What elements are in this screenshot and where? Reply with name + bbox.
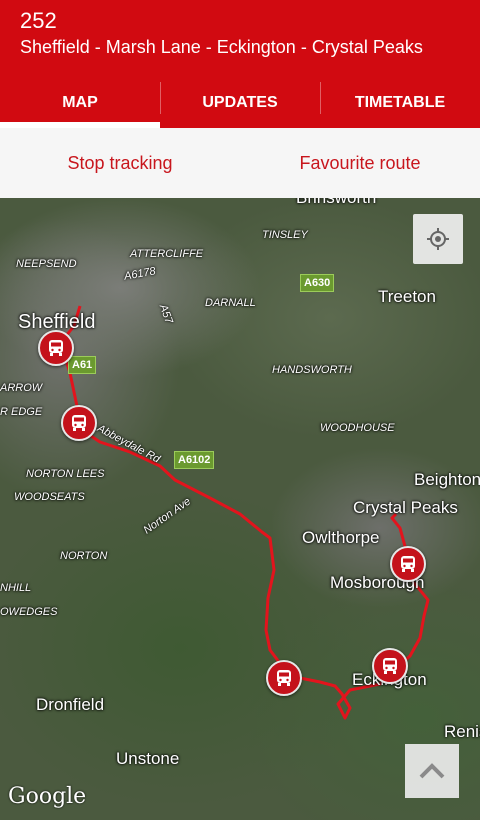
label-unstone: Unstone <box>116 749 180 768</box>
label-crystal-peaks: Crystal Peaks <box>353 498 458 517</box>
label-treeton: Treeton <box>378 287 436 306</box>
bus-icon <box>383 658 397 674</box>
app-header: 252 Sheffield - Marsh Lane - Eckington -… <box>0 0 480 128</box>
my-location-icon <box>427 228 449 250</box>
label-brinsworth: Brinsworth <box>296 198 376 208</box>
chevron-up-icon <box>419 763 445 779</box>
label-handsworth: HANDSWORTH <box>272 364 352 376</box>
label-dronfield: Dronfield <box>36 695 105 714</box>
label-nhill: NHILL <box>0 582 32 594</box>
label-norton-lees: NORTON LEES <box>26 468 105 480</box>
tab-updates[interactable]: UPDATES <box>160 78 320 128</box>
road-badge-a6102: A6102 <box>174 451 215 469</box>
bus-icon <box>277 670 291 686</box>
tab-map[interactable]: MAP <box>0 78 160 128</box>
road-badge-a61: A61 <box>68 356 97 374</box>
favourite-route-button[interactable]: Favourite route <box>240 128 480 198</box>
label-woodseats: WOODSEATS <box>14 491 85 503</box>
stop-tracking-button[interactable]: Stop tracking <box>0 128 240 198</box>
label-tinsley: TINSLEY <box>262 229 308 241</box>
label-owedges: OWEDGES <box>0 606 58 618</box>
bus-stop-marker[interactable] <box>266 660 302 696</box>
road-badge-a630: A630 <box>300 274 335 292</box>
tab-timetable[interactable]: TIMETABLE <box>320 78 480 128</box>
tab-bar: MAP UPDATES TIMETABLE <box>0 78 480 128</box>
bus-stop-marker[interactable] <box>390 546 426 582</box>
label-attercliffe: ATTERCLIFFE <box>130 248 204 260</box>
label-darnall: DARNALL <box>205 297 256 309</box>
bus-stop-marker[interactable] <box>61 405 97 441</box>
my-location-button[interactable] <box>413 214 463 264</box>
bus-icon <box>49 340 63 356</box>
bus-icon <box>401 556 415 572</box>
bus-icon <box>72 415 86 431</box>
bus-stop-marker[interactable] <box>372 648 408 684</box>
label-renis: Renis <box>444 722 480 741</box>
label-neepsend: NEEPSEND <box>16 258 77 270</box>
scroll-up-button[interactable] <box>405 744 459 798</box>
google-logo: Google <box>8 784 87 809</box>
satellite-map[interactable]: Brinsworth TINSLEY ATTERCLIFFE NEEPSEND … <box>0 198 480 820</box>
bus-stop-marker[interactable] <box>38 330 74 366</box>
label-beighton: Beighton <box>414 470 480 489</box>
label-r-edge: R EDGE <box>0 406 43 418</box>
route-action-bar: Stop tracking Favourite route <box>0 128 480 198</box>
label-woodhouse: WOODHOUSE <box>320 422 395 434</box>
label-owlthorpe: Owlthorpe <box>302 528 380 547</box>
route-name: Sheffield - Marsh Lane - Eckington - Cry… <box>20 37 423 57</box>
route-number: 252 <box>20 8 57 33</box>
label-arrow: ARROW <box>0 382 43 394</box>
label-norton: NORTON <box>60 550 108 562</box>
